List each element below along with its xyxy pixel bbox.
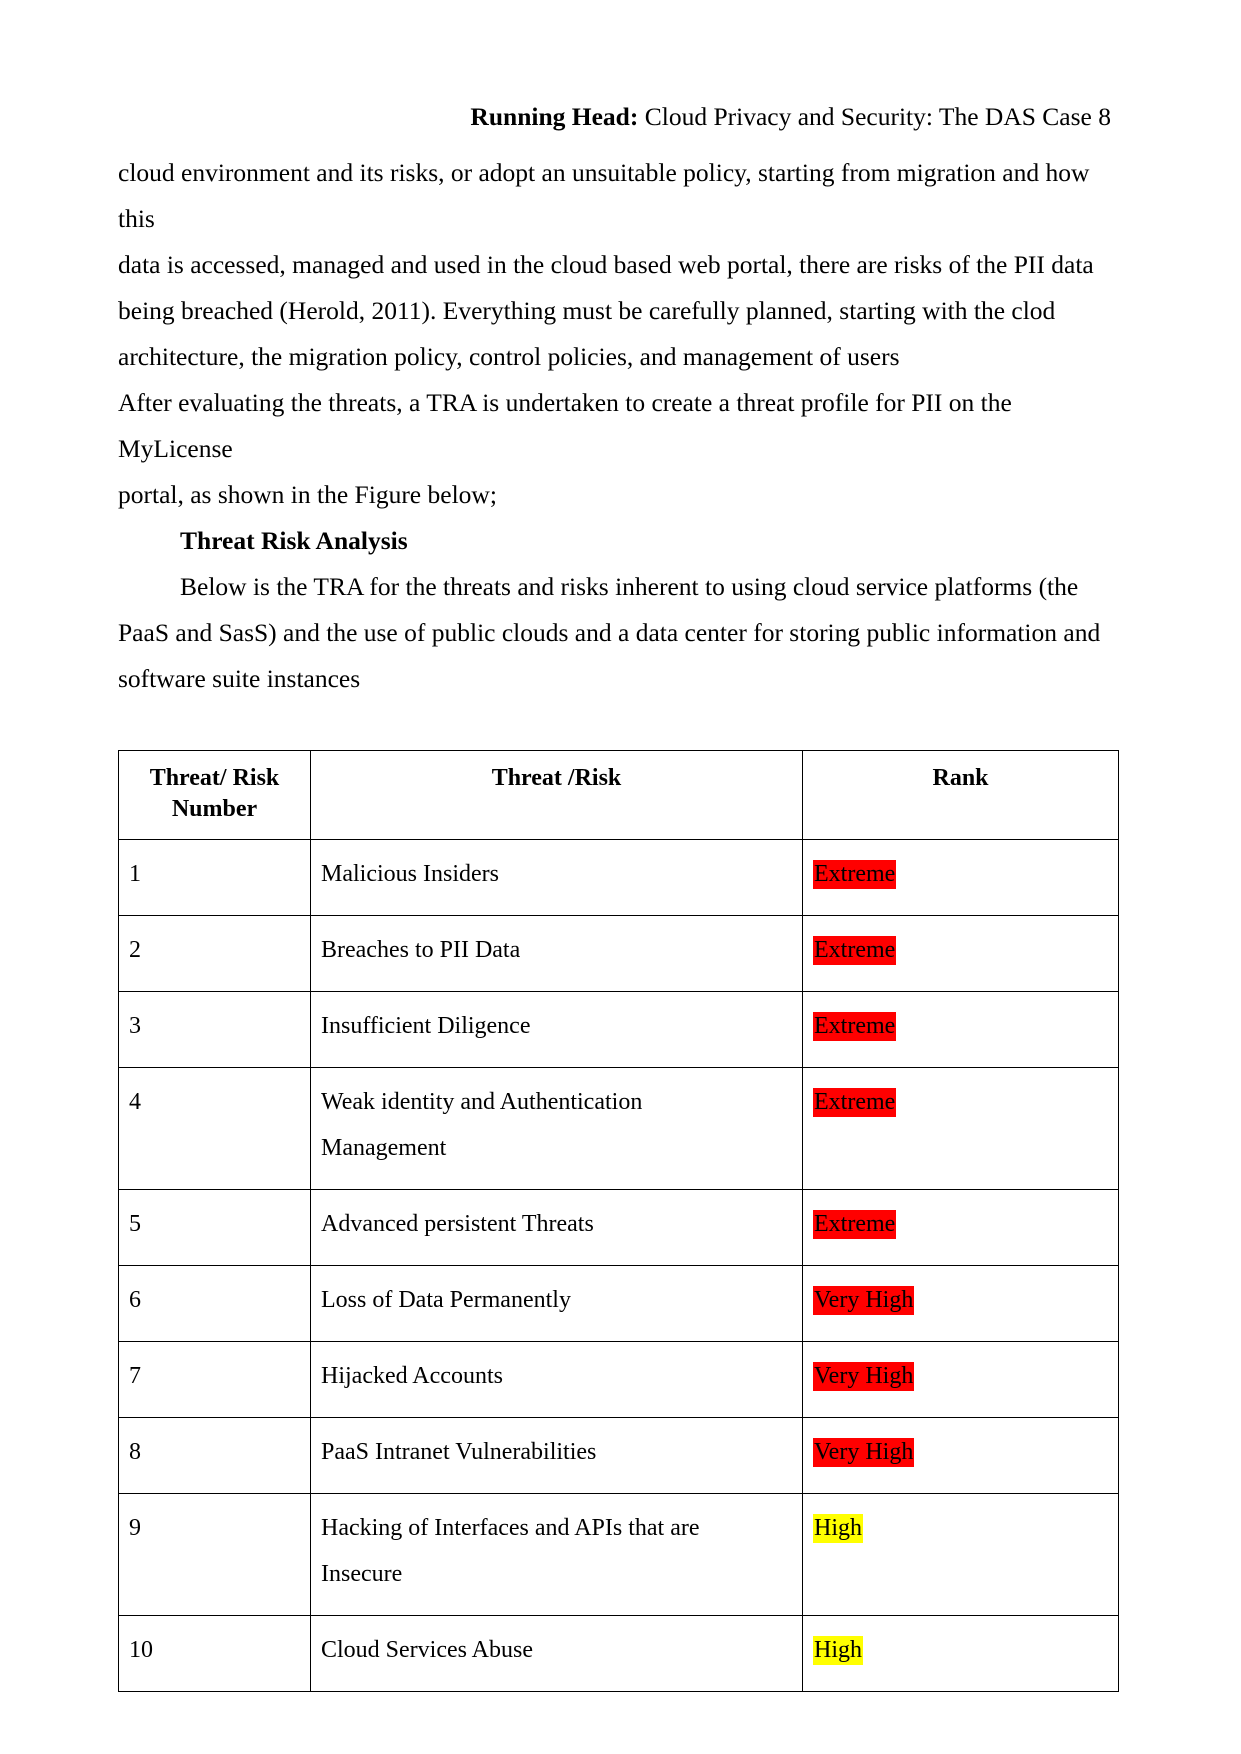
cell-rank: Extreme — [802, 915, 1119, 993]
table-header-row: Threat/ Risk Number Threat /Risk Rank — [118, 749, 1119, 841]
cell-rank: Very High — [802, 1265, 1119, 1343]
rank-badge: High — [813, 1514, 863, 1544]
body-line: cloud environment and its risks, or adop… — [118, 157, 1096, 233]
rank-badge: Very High — [813, 1286, 915, 1316]
cell-threat-line: Insecure — [321, 1561, 403, 1588]
body-line: Below is the TRA for the threats and ris… — [180, 571, 1079, 601]
column-header-threat-risk: Threat /Risk — [310, 749, 803, 841]
cell-rank: Very High — [802, 1341, 1119, 1419]
table-body: 1 Malicious Insiders Extreme 2 Breaches to P… — [118, 839, 1119, 1693]
body-line: PaaS and SasS) and the use of public clo… — [118, 617, 1101, 647]
cell-threat-line: Advanced persistent Threats — [321, 1211, 594, 1238]
running-head-title: Cloud Privacy and Security: The DAS Case… — [638, 102, 1111, 131]
column-header-line1: Threat/ Risk — [149, 764, 280, 791]
cell-rank: Extreme — [802, 1189, 1119, 1267]
cell-threat-number: 4 — [118, 1067, 311, 1191]
cell-threat-number: 2 — [118, 915, 311, 993]
column-header-threat-risk-number: Threat/ Risk Number — [118, 749, 311, 841]
table-row: 8 PaaS Intranet Vulnerabilities Very High — [118, 1417, 1119, 1495]
column-header-rank: Rank — [802, 749, 1119, 841]
body-line: software suite instances — [118, 663, 361, 693]
page-content: Running Head: Cloud Privacy and Security… — [118, 100, 1123, 1754]
cell-threat-line: Hacking of Interfaces and APIs that are — [321, 1515, 700, 1542]
cell-rank: Extreme — [802, 839, 1119, 917]
body-line: being breached (Herold, 2011). Everythin… — [118, 295, 1056, 325]
cell-threat-name: Insufficient Diligence — [310, 991, 803, 1069]
threat-risk-table: Threat/ Risk Number Threat /Risk Rank 1M… — [118, 749, 1119, 1693]
cell-threat-name: Breaches to PII Data — [310, 915, 803, 993]
cell-threat-name: Loss of Data Permanently — [310, 1265, 803, 1343]
cell-threat-line: Malicious Insiders — [321, 861, 499, 888]
body-paragraph-tra: Below is the TRA for the threats and ris… — [118, 564, 1123, 702]
table-row: 10 Cloud Services Abuse High — [118, 1615, 1119, 1693]
cell-threat-number: 3 — [118, 991, 311, 1069]
cell-threat-number: 6 — [118, 1265, 311, 1343]
cell-threat-line: Breaches to PII Data — [321, 937, 521, 964]
cell-threat-line: Cloud Services Abuse — [321, 1637, 533, 1664]
cell-threat-name: PaaS Intranet Vulnerabilities — [310, 1417, 803, 1495]
table-row: 1 Malicious Insiders Extreme — [118, 839, 1119, 917]
rank-badge: High — [813, 1636, 863, 1666]
rank-badge: Extreme — [813, 1012, 897, 1042]
rank-badge: Very High — [813, 1362, 915, 1392]
cell-rank-filler — [813, 1125, 1108, 1171]
table-row: 6 Loss of Data Permanently Very High — [118, 1265, 1119, 1343]
rank-badge: Extreme — [813, 936, 897, 966]
cell-threat-line: PaaS Intranet Vulnerabilities — [321, 1439, 597, 1466]
cell-threat-line: Loss of Data Permanently — [321, 1287, 571, 1314]
body-line: data is accessed, managed and used in th… — [118, 249, 1094, 279]
rank-badge: Extreme — [813, 1088, 897, 1118]
cell-threat-line: Insufficient Diligence — [321, 1013, 531, 1040]
body-line: portal, as shown in the Figure below; — [118, 479, 497, 509]
cell-rank: Very High — [802, 1417, 1119, 1495]
cell-threat-name: Advanced persistent Threats — [310, 1189, 803, 1267]
cell-threat-number: 1 — [118, 839, 311, 917]
rank-badge: Very High — [813, 1438, 915, 1468]
body-line: architecture, the migration policy, cont… — [118, 341, 900, 371]
body-paragraph-top: cloud environment and its risks, or adop… — [118, 150, 1123, 518]
section-heading-threat-risk-analysis: Threat Risk Analysis — [180, 525, 408, 555]
cell-threat-name: Weak identity and Authentication Manageme… — [310, 1067, 803, 1191]
cell-threat-number: 7 — [118, 1341, 311, 1419]
table-header: Threat/ Risk Number Threat /Risk Rank — [118, 749, 1119, 841]
table-row: 9 Hacking of Interfaces and APIs that are… — [118, 1493, 1119, 1617]
cell-threat-line: Weak identity and Authentication — [321, 1089, 643, 1116]
table-row: 2 Breaches to PII Data Extreme — [118, 915, 1119, 993]
cell-threat-name: Hacking of Interfaces and APIs that are I… — [310, 1493, 803, 1617]
cell-rank: Extreme — [802, 991, 1119, 1069]
cell-rank-filler — [813, 1551, 1108, 1597]
running-head: Running Head: Cloud Privacy and Security… — [118, 100, 1123, 134]
table-row: 5 Advanced persistent Threats Extreme — [118, 1189, 1119, 1267]
cell-threat-number: 9 — [118, 1493, 311, 1617]
body-line: After evaluating the threats, a TRA is u… — [118, 387, 1019, 463]
cell-threat-name: Malicious Insiders — [310, 839, 803, 917]
cell-threat-name: Hijacked Accounts — [310, 1341, 803, 1419]
cell-rank: High — [802, 1493, 1119, 1617]
cell-threat-number: 8 — [118, 1417, 311, 1495]
cell-rank: Extreme — [802, 1067, 1119, 1191]
table-row: 7 Hijacked Accounts Very High — [118, 1341, 1119, 1419]
document-page: Running Head: Cloud Privacy and Security… — [0, 0, 1241, 1754]
table-row: 4 Weak identity and Authentication Managem… — [118, 1067, 1119, 1191]
cell-threat-name: Cloud Services Abuse — [310, 1615, 803, 1693]
table-row: 3 Insufficient Diligence Extreme — [118, 991, 1119, 1069]
cell-threat-line: Hijacked Accounts — [321, 1363, 503, 1390]
cell-rank: High — [802, 1615, 1119, 1693]
rank-badge: Extreme — [813, 860, 897, 890]
running-head-label: Running Head: — [470, 102, 639, 131]
cell-threat-number: 5 — [118, 1189, 311, 1267]
rank-badge: Extreme — [813, 1210, 897, 1240]
cell-threat-line: Management — [321, 1135, 447, 1162]
column-header-line2: Number — [171, 795, 258, 822]
cell-threat-number: 10 — [118, 1615, 311, 1693]
